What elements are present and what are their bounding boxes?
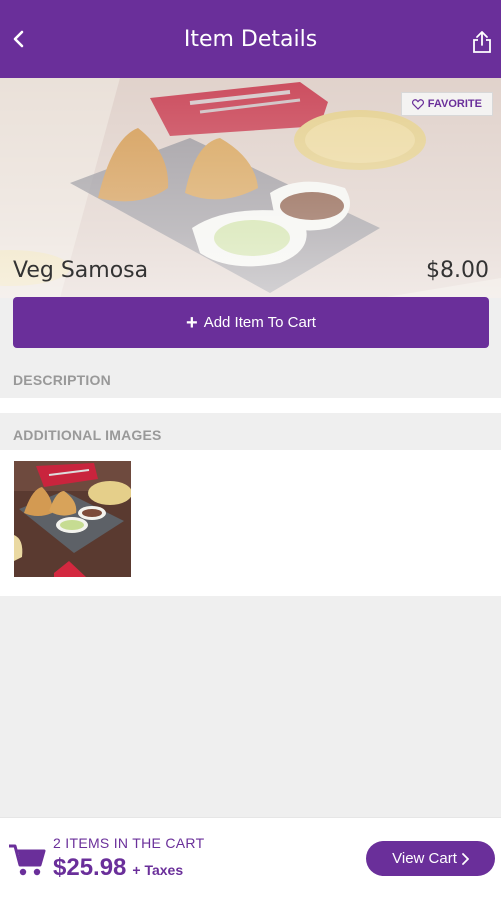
favorite-label: FAVORITE bbox=[427, 98, 482, 110]
cart-item-count: 2 ITEMS IN THE CART bbox=[53, 835, 205, 851]
description-section-header: DESCRIPTION bbox=[0, 360, 501, 398]
description-body bbox=[0, 398, 501, 413]
additional-images-section-header: ADDITIONAL IMAGES bbox=[0, 414, 501, 450]
cart-total-amount: $25.98 bbox=[53, 854, 127, 881]
item-name: Veg Samosa bbox=[13, 258, 149, 283]
share-icon bbox=[473, 31, 491, 53]
samosa-thumbnail-photo bbox=[14, 461, 131, 577]
description-label: DESCRIPTION bbox=[13, 372, 111, 388]
plus-icon: + bbox=[186, 311, 198, 334]
view-cart-button[interactable]: View Cart bbox=[366, 841, 495, 876]
chevron-right-icon bbox=[461, 852, 469, 865]
app-header: Item Details bbox=[0, 0, 501, 78]
back-button[interactable] bbox=[6, 27, 30, 51]
cart-summary-bar: 2 ITEMS IN THE CART $25.98 + Taxes View … bbox=[0, 817, 501, 900]
cart-total-row: $25.98 + Taxes bbox=[53, 854, 183, 882]
item-price: $8.00 bbox=[426, 258, 489, 283]
favorite-button[interactable]: FAVORITE bbox=[400, 92, 493, 116]
additional-image-thumbnail[interactable] bbox=[14, 461, 131, 577]
add-to-cart-button[interactable]: + Add Item To Cart bbox=[13, 297, 489, 348]
additional-images-label: ADDITIONAL IMAGES bbox=[13, 427, 162, 443]
share-button[interactable] bbox=[471, 30, 493, 54]
page-title: Item Details bbox=[183, 26, 318, 52]
back-arrow-icon bbox=[13, 30, 24, 48]
heart-icon bbox=[411, 98, 424, 110]
cart-taxes-note: + Taxes bbox=[132, 862, 184, 878]
shopping-cart-icon bbox=[9, 844, 46, 876]
add-to-cart-label: Add Item To Cart bbox=[203, 314, 316, 331]
view-cart-label: View Cart bbox=[392, 850, 457, 867]
